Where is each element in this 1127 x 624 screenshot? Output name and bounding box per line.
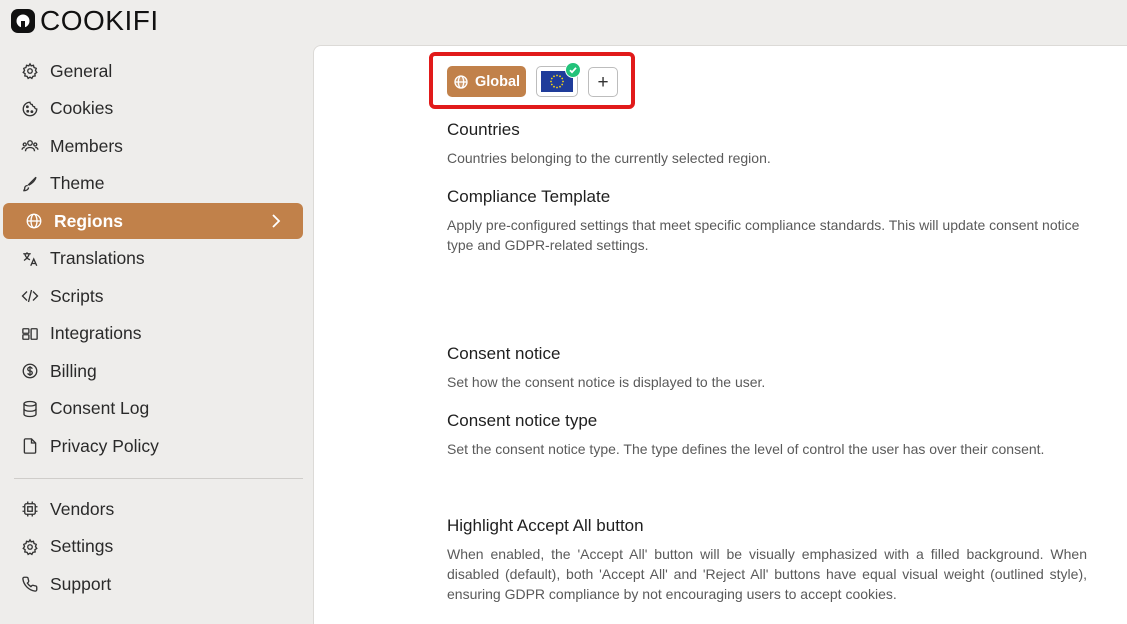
section-description: Set how the consent notice is displayed … bbox=[447, 374, 766, 390]
section-description: Countries belonging to the currently sel… bbox=[447, 150, 771, 166]
chip-icon bbox=[21, 500, 39, 518]
sidebar-item-cookies[interactable]: Cookies bbox=[3, 91, 303, 127]
sidebar-item-label: Scripts bbox=[50, 285, 104, 306]
sidebar-item-label: Vendors bbox=[50, 498, 115, 519]
integrations-icon bbox=[21, 325, 39, 343]
sidebar-item-label: Cookies bbox=[50, 98, 114, 118]
brush-icon bbox=[21, 175, 39, 193]
cookie-icon bbox=[21, 100, 39, 118]
document-icon bbox=[21, 437, 39, 455]
sidebar-item-integrations[interactable]: Integrations bbox=[3, 316, 303, 352]
sidebar-item-scripts[interactable]: Scripts bbox=[3, 278, 303, 314]
brand-name: COOKIFI bbox=[40, 5, 159, 36]
sidebar-item-general[interactable]: General bbox=[3, 53, 303, 89]
sidebar-item-translations[interactable]: Translations bbox=[3, 241, 303, 277]
section-title: Consent notice type bbox=[447, 411, 598, 430]
gear-icon bbox=[21, 62, 39, 80]
sidebar-item-support[interactable]: Support bbox=[3, 566, 303, 602]
sidebar-item-label: Support bbox=[50, 573, 112, 594]
globe-icon bbox=[454, 74, 468, 89]
section-title: Countries bbox=[447, 120, 520, 139]
chevron-right-icon bbox=[272, 214, 281, 228]
gear-icon bbox=[21, 538, 39, 556]
sidebar-item-label: Members bbox=[50, 135, 123, 156]
sidebar-item-label: Translations bbox=[50, 248, 145, 268]
sidebar-item-theme[interactable]: Theme bbox=[3, 166, 303, 202]
section-title: Compliance Template bbox=[447, 187, 611, 206]
sidebar-item-consent-log[interactable]: Consent Log bbox=[3, 391, 303, 427]
sidebar-item-members[interactable]: Members bbox=[3, 128, 303, 164]
translate-icon bbox=[21, 250, 39, 268]
cookifi-logo-icon bbox=[11, 9, 35, 33]
compliance-template-section: Compliance Template Apply pre-configured… bbox=[447, 187, 1087, 255]
globe-icon bbox=[25, 212, 43, 230]
region-global-button[interactable]: Global bbox=[447, 66, 526, 97]
region-global-label: Global bbox=[474, 73, 521, 90]
consent-notice-section: Consent notice Set how the consent notic… bbox=[447, 344, 1087, 392]
sidebar-item-label: Settings bbox=[50, 536, 114, 556]
sidebar-item-label: Integrations bbox=[50, 323, 142, 343]
section-title: Highlight Accept All button bbox=[447, 516, 644, 535]
countries-section: Countries Countries belonging to the cur… bbox=[447, 120, 1087, 168]
users-icon bbox=[21, 137, 39, 155]
sidebar-item-vendors[interactable]: Vendors bbox=[3, 491, 303, 527]
phone-icon bbox=[21, 575, 39, 593]
sidebar-item-label: Regions bbox=[54, 210, 124, 231]
code-icon bbox=[21, 287, 39, 305]
selected-check-icon bbox=[565, 62, 581, 78]
app-logo[interactable]: COOKIFI bbox=[10, 5, 159, 36]
sidebar-item-label: General bbox=[50, 60, 113, 81]
sidebar-item-label: Billing bbox=[50, 360, 97, 381]
sidebar-item-settings[interactable]: Settings bbox=[3, 529, 303, 565]
section-description: Apply pre-configured settings that meet … bbox=[447, 217, 1080, 253]
sidebar-item-billing[interactable]: Billing bbox=[3, 353, 303, 389]
sidebar: General Cookies Members Theme Regions Tr… bbox=[0, 53, 310, 604]
add-region-button[interactable]: + bbox=[588, 67, 618, 97]
sidebar-item-label: Consent Log bbox=[50, 398, 150, 418]
sidebar-item-regions[interactable]: Regions bbox=[3, 203, 303, 239]
database-icon bbox=[21, 400, 39, 418]
sidebar-item-privacy-policy[interactable]: Privacy Policy bbox=[3, 428, 303, 464]
highlight-accept-all-section: Highlight Accept All button When enabled… bbox=[447, 516, 1087, 604]
dollar-icon bbox=[21, 362, 39, 380]
section-description: Set the consent notice type. The type de… bbox=[447, 441, 1045, 457]
section-title: Consent notice bbox=[447, 344, 561, 363]
sidebar-item-label: Theme bbox=[50, 173, 105, 193]
sidebar-divider bbox=[14, 478, 303, 479]
sidebar-item-label: Privacy Policy bbox=[50, 435, 159, 456]
section-description: When enabled, the 'Accept All' button wi… bbox=[447, 546, 1087, 602]
consent-notice-type-section: Consent notice type Set the consent noti… bbox=[447, 411, 1087, 459]
